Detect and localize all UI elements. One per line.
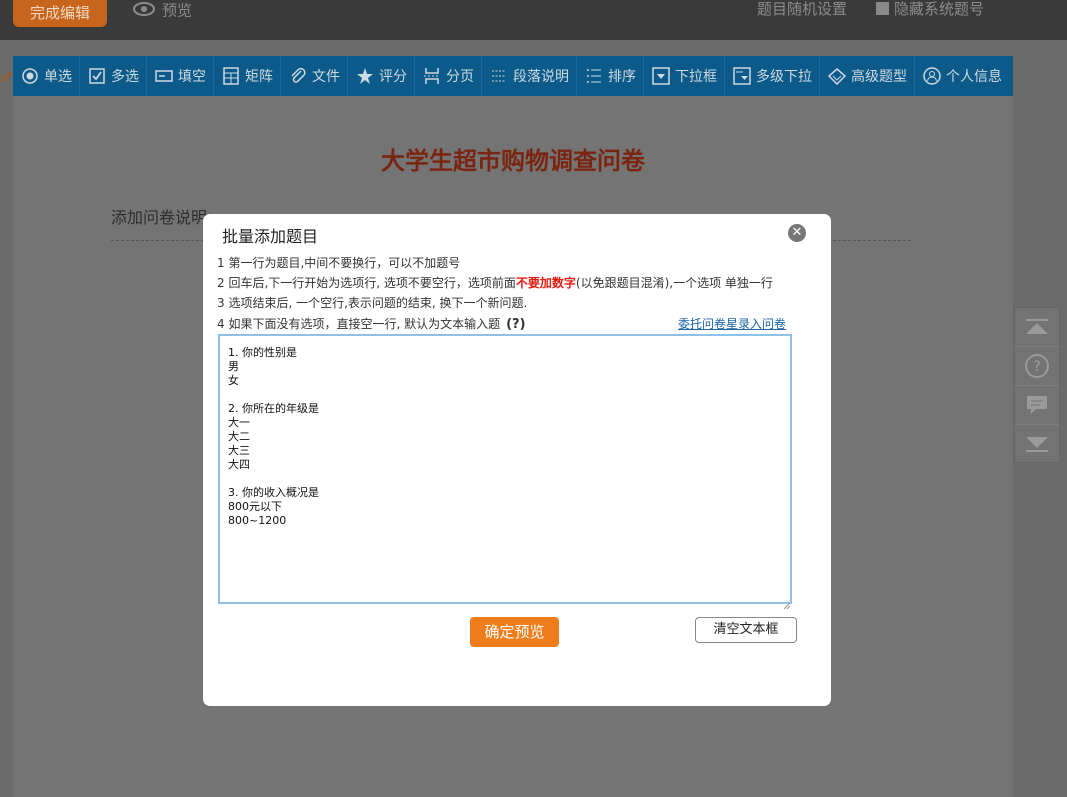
tool-file[interactable]: 文件 (281, 56, 348, 96)
close-icon[interactable]: ✕ (788, 224, 806, 242)
dropdown-icon (652, 67, 670, 85)
finish-edit-button[interactable]: 完成编辑 (13, 0, 107, 27)
fill-blank-icon (155, 67, 173, 85)
instruction-4: 4 如果下面没有选项，直接空一行, 默认为文本输入题 (?) (217, 315, 526, 332)
instruction-1: 1 第一行为题目,中间不要换行，可以不加题号 (217, 256, 461, 270)
delegate-entry-link[interactable]: 委托问卷星录入问卷 (678, 315, 786, 332)
radio-icon (21, 67, 39, 85)
tool-sort[interactable]: 排序 (577, 56, 644, 96)
multi-dropdown-icon (733, 67, 751, 85)
tool-fill-blank[interactable]: 填空 (147, 56, 214, 96)
preview-label: 预览 (162, 1, 193, 20)
tool-matrix[interactable]: 矩阵 (214, 56, 281, 96)
top-bar: 完成编辑 预览 题目随机设置 隐藏系统题号 (0, 0, 1067, 40)
hide-number-toggle[interactable]: 隐藏系统题号 (876, 0, 984, 18)
clear-textbox-button[interactable]: 清空文本框 (695, 617, 797, 643)
instruction-2-tail: (以免跟题目混淆),一个选项 单独一行 (575, 276, 773, 290)
batch-add-modal: 批量添加题目 ✕ 1 第一行为题目,中间不要换行，可以不加题号 2 回车后,下一… (203, 214, 831, 706)
preview-button[interactable]: 预览 (132, 0, 192, 20)
tool-dropdown[interactable]: 下拉框 (644, 56, 725, 96)
random-setting-link[interactable]: 题目随机设置 (757, 0, 847, 18)
add-description-field[interactable]: 添加问卷说明 (111, 204, 207, 228)
tool-label: 多选 (111, 69, 139, 85)
confirm-preview-button[interactable]: 确定预览 (470, 617, 559, 647)
question-type-toolbar: 单选 多选 填空 矩阵 文件 评分 分页 段落说明 排序 下拉框 多级下拉 高级… (13, 56, 1013, 96)
tool-label: 填空 (178, 69, 206, 85)
tool-label: 文件 (312, 69, 340, 85)
tool-multi-dropdown[interactable]: 多级下拉 (725, 56, 820, 96)
svg-text:?: ? (1033, 359, 1040, 375)
hide-number-checkbox[interactable] (876, 1, 889, 15)
instruction-3: 3 选项结束后, 一个空行,表示问题的结束, 换下一个新问题. (217, 296, 528, 310)
help-icon: ? (1025, 354, 1049, 378)
page-break-icon (423, 67, 441, 85)
arrow-top-icon (1026, 319, 1048, 334)
tool-label: 评分 (379, 69, 407, 85)
tool-label: 单选 (44, 69, 72, 85)
scroll-bottom-button[interactable] (1015, 425, 1059, 463)
diamond-icon (828, 67, 846, 85)
scroll-top-button[interactable] (1015, 308, 1059, 347)
survey-title[interactable]: 大学生超市购物调查问卷 (13, 141, 1013, 176)
tool-personal-info[interactable]: 个人信息 (915, 56, 1009, 96)
tool-label: 下拉框 (675, 69, 717, 85)
matrix-icon (222, 67, 240, 85)
paragraph-icon (490, 67, 508, 85)
tool-paragraph[interactable]: 段落说明 (482, 56, 577, 96)
resize-handle-icon[interactable] (783, 595, 791, 614)
tool-multi-choice[interactable]: 多选 (80, 56, 147, 96)
side-tools: ? (1014, 307, 1060, 463)
arrow-bottom-icon (1026, 437, 1048, 452)
batch-questions-textarea[interactable]: 1. 你的性别是 男 女 2. 你所在的年级是 大一 大二 大三 大四 3. 你… (218, 334, 792, 604)
feedback-button[interactable] (1015, 386, 1059, 425)
tool-label: 矩阵 (245, 69, 273, 85)
tool-rating[interactable]: 评分 (348, 56, 415, 96)
tool-single-choice[interactable]: 单选 (13, 56, 80, 96)
instruction-4-text: 4 如果下面没有选项，直接空一行, 默认为文本输入题 (217, 317, 501, 331)
rating-icon (356, 67, 374, 85)
checkbox-icon (88, 67, 106, 85)
edit-pencil-icon (0, 68, 12, 87)
tool-label: 段落说明 (513, 69, 569, 85)
eye-icon (132, 0, 156, 22)
tool-label: 个人信息 (946, 69, 1002, 85)
tool-advanced[interactable]: 高级题型 (820, 56, 915, 96)
hide-number-label: 隐藏系统题号 (894, 0, 985, 18)
tool-page-break[interactable]: 分页 (415, 56, 482, 96)
comment-icon (1027, 396, 1047, 414)
tool-label: 排序 (608, 69, 636, 85)
paperclip-icon (289, 67, 307, 85)
instruction-2-warning: 不要加数字 (515, 276, 576, 290)
modal-title: 批量添加题目 (222, 227, 319, 246)
tool-label: 多级下拉 (756, 69, 812, 85)
tool-label: 分页 (446, 69, 474, 85)
sort-icon (585, 67, 603, 85)
instruction-2: 2 回车后,下一行开始为选项行, 选项不要空行，选项前面不要加数字(以免跟题目混… (217, 274, 773, 291)
help-question-link[interactable]: (?) (506, 317, 525, 332)
person-icon (923, 67, 941, 85)
instruction-2-text: 2 回车后,下一行开始为选项行, 选项不要空行，选项前面 (217, 276, 516, 290)
help-button[interactable]: ? (1015, 347, 1059, 386)
tool-label: 高级题型 (851, 69, 907, 85)
